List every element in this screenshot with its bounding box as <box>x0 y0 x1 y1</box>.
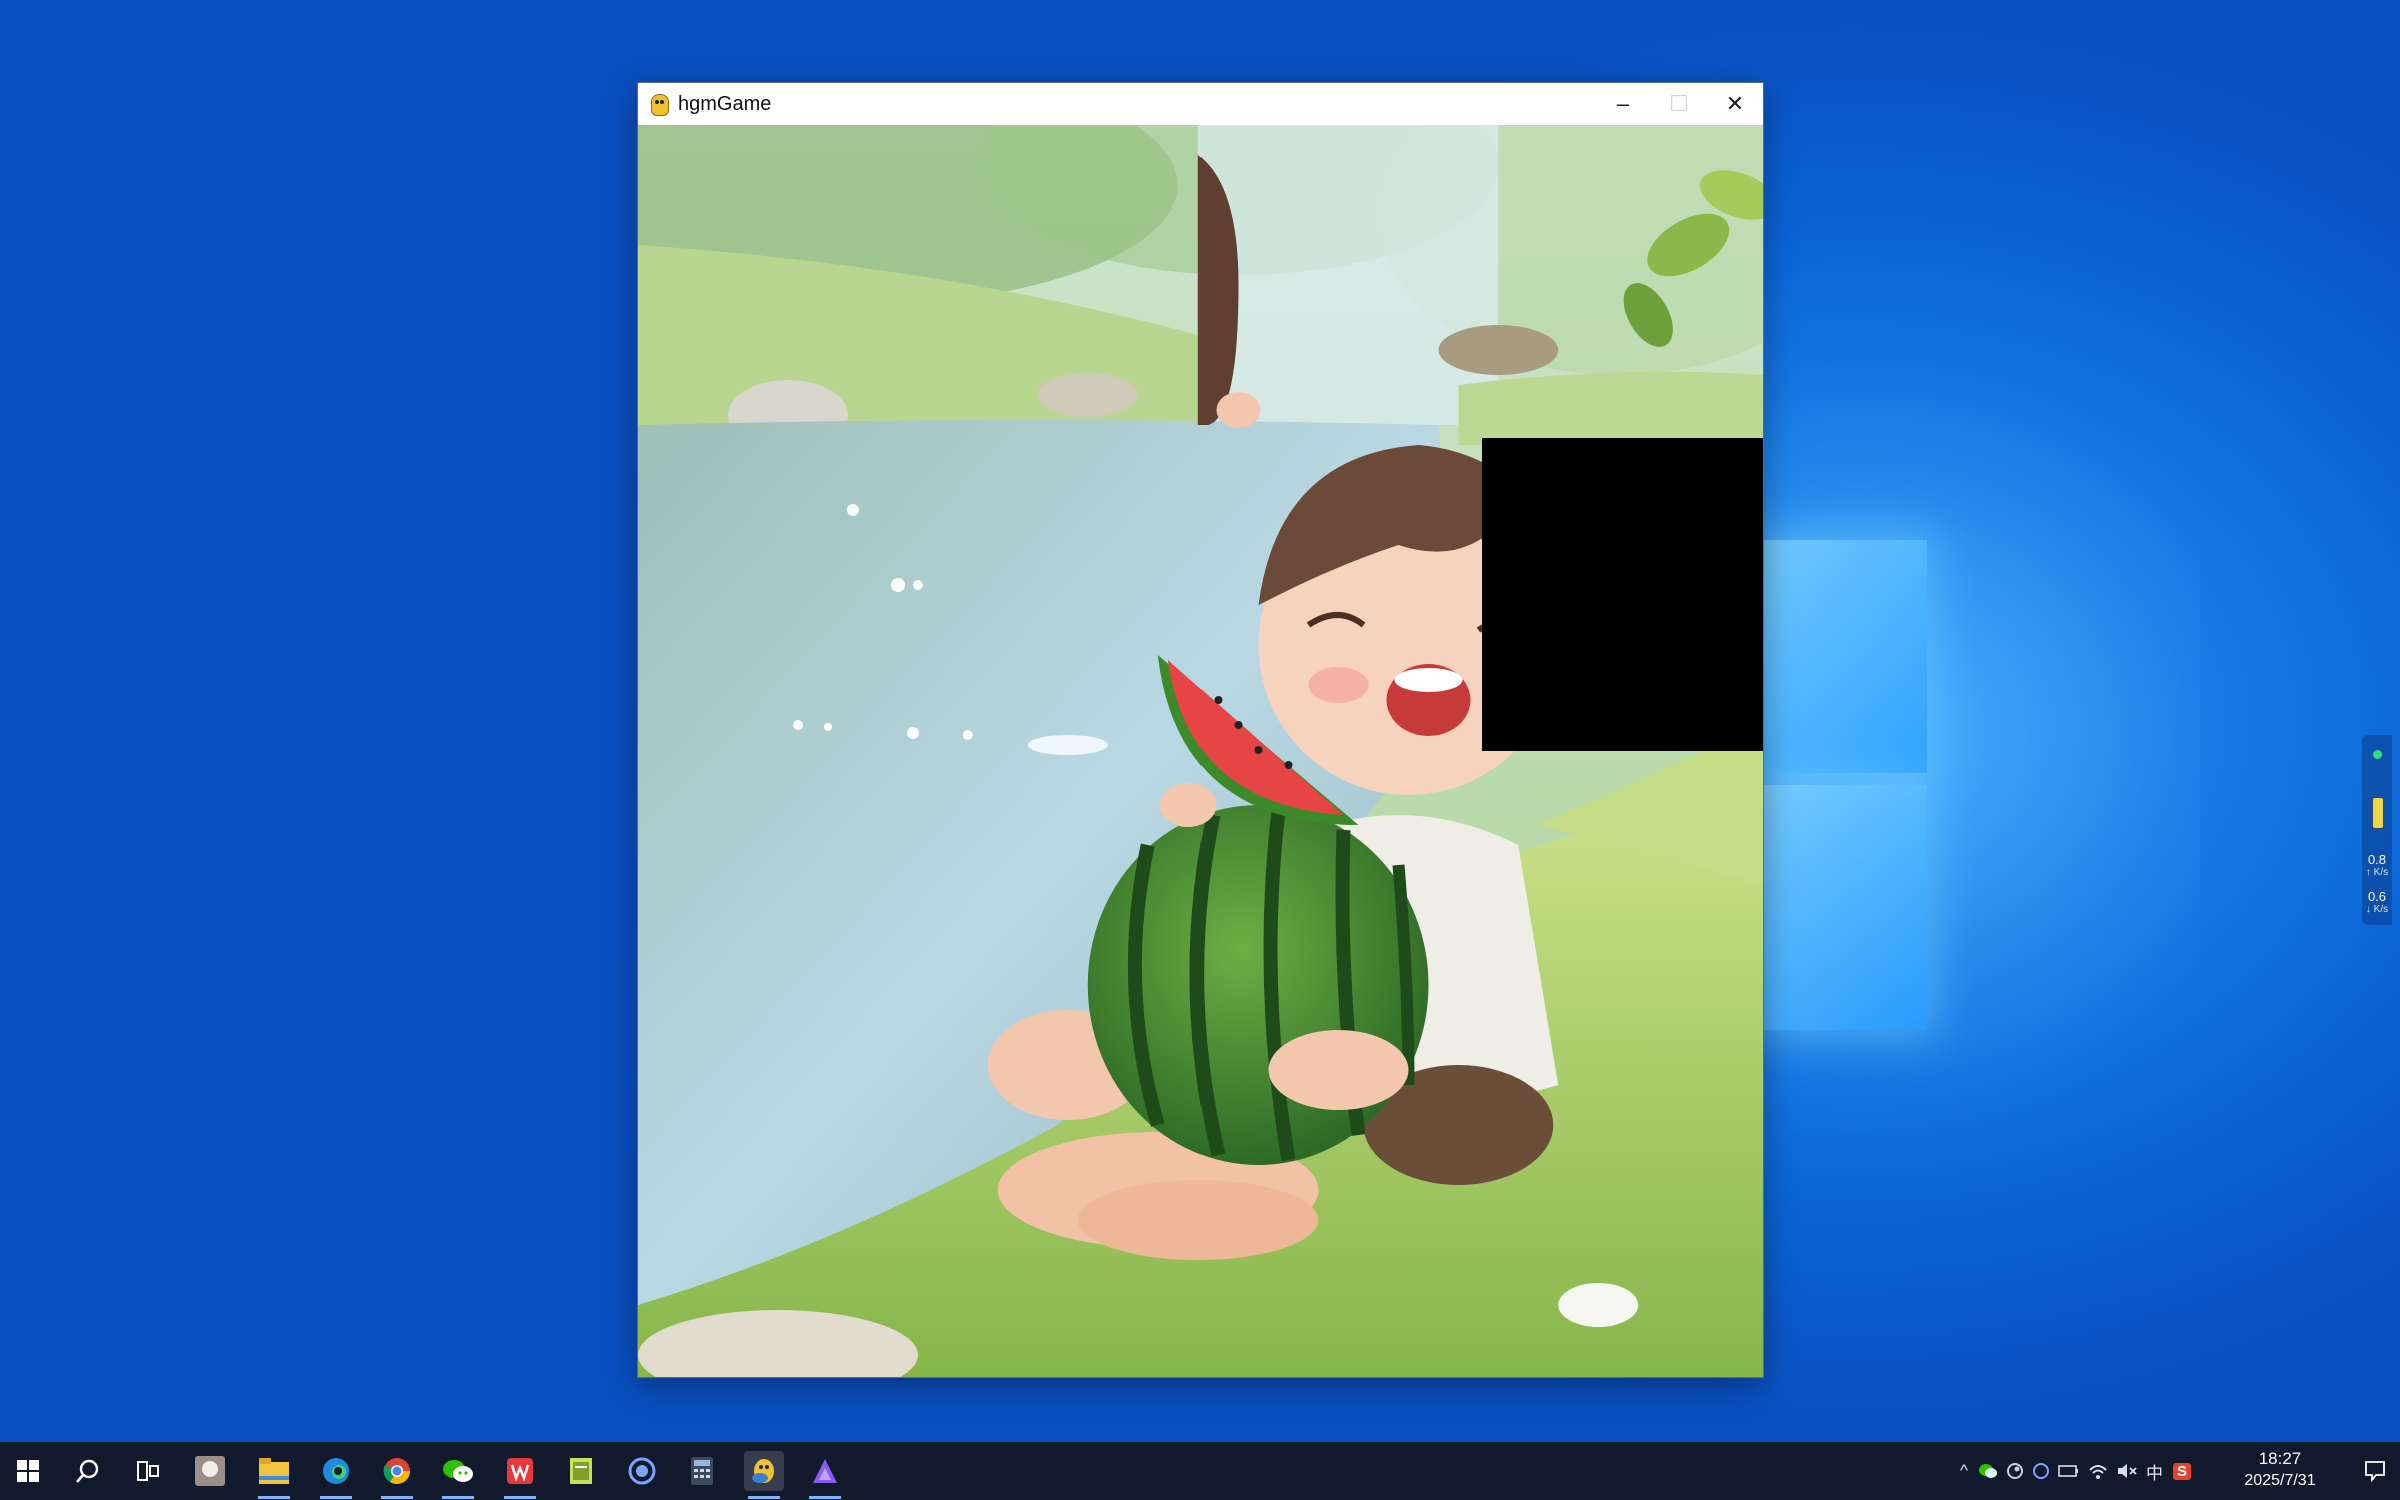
puzzle-tile[interactable] <box>638 751 919 1064</box>
language-indicator[interactable]: 中 <box>2146 1459 2163 1484</box>
upload-unit: ↑ K/s <box>2365 867 2389 878</box>
steam-tray-icon[interactable] <box>2006 1462 2024 1480</box>
task-view-icon[interactable] <box>128 1451 168 1491</box>
calculator-icon[interactable] <box>682 1451 722 1491</box>
puzzle-tile[interactable] <box>1201 125 1482 438</box>
puzzle-tile[interactable] <box>638 125 919 438</box>
chevron-up-icon[interactable]: ^ <box>1960 1461 1968 1481</box>
edge-browser-icon[interactable] <box>316 1451 356 1499</box>
pygame-snake-icon <box>648 92 670 116</box>
notification-center-icon[interactable] <box>2350 1442 2400 1500</box>
wifi-tray-icon[interactable] <box>2088 1462 2108 1480</box>
pygame-snake-icon[interactable] <box>744 1451 784 1499</box>
cortana-tray-icon[interactable] <box>2032 1462 2050 1480</box>
puzzle-empty-slot[interactable] <box>1481 438 1763 751</box>
upload-value: 0.8 <box>2367 852 2387 867</box>
puzzle-tile[interactable] <box>1201 1064 1482 1377</box>
system-tray: ^ 中 S <box>1960 1442 2191 1500</box>
puzzle-tile[interactable] <box>919 751 1200 1064</box>
wechat-tray-icon[interactable] <box>1978 1462 1998 1480</box>
taskbar: ^ 中 S 18:27 2025/7/31 <box>0 1442 2400 1500</box>
puzzle-tile[interactable] <box>638 438 919 751</box>
download-value: 0.6 <box>2367 889 2387 904</box>
assistant-app-icon[interactable] <box>805 1451 845 1499</box>
puzzle-tile[interactable] <box>1201 751 1482 1064</box>
battery-tray-icon[interactable] <box>2058 1463 2080 1479</box>
download-unit: ↓ K/s <box>2365 904 2389 915</box>
puzzle-tile[interactable] <box>919 438 1200 751</box>
puzzle-tile[interactable] <box>638 1064 919 1377</box>
cortana-icon[interactable] <box>622 1451 662 1491</box>
puzzle-board[interactable] <box>638 125 1763 1377</box>
puzzle-tile[interactable] <box>1201 438 1482 751</box>
avatar-app-icon[interactable] <box>190 1451 230 1491</box>
game-window: hgmGame – ☐ ✕ <box>637 82 1764 1378</box>
close-button[interactable]: ✕ <box>1707 83 1763 125</box>
sogou-ime-icon[interactable]: S <box>2172 1462 2191 1480</box>
puzzle-tile[interactable] <box>919 1064 1200 1377</box>
window-title: hgmGame <box>678 92 772 115</box>
file-explorer-icon[interactable] <box>254 1451 294 1499</box>
status-dot-icon <box>2373 750 2382 759</box>
taskbar-clock[interactable]: 18:27 2025/7/31 <box>2220 1448 2340 1492</box>
puzzle-tile[interactable] <box>1482 751 1763 1064</box>
minimize-button[interactable]: – <box>1595 83 1651 125</box>
maximize-button[interactable]: ☐ <box>1651 83 1707 125</box>
title-bar[interactable]: hgmGame – ☐ ✕ <box>638 83 1763 125</box>
windows-logo-wallpaper <box>1755 530 1927 1030</box>
volume-muted-icon[interactable] <box>2116 1462 2138 1480</box>
start-windows-icon[interactable] <box>8 1451 48 1491</box>
wechat-icon[interactable] <box>438 1451 478 1499</box>
search-icon[interactable] <box>68 1451 108 1491</box>
clock-time: 18:27 <box>2258 1449 2302 1468</box>
clock-date: 2025/7/31 <box>2244 1472 2316 1489</box>
puzzle-tile[interactable] <box>1482 1064 1763 1377</box>
chrome-browser-icon[interactable] <box>377 1451 417 1499</box>
battery-icon <box>2372 797 2384 829</box>
wps-office-icon[interactable] <box>500 1451 540 1499</box>
network-speed-widget[interactable]: 0.8 ↑ K/s 0.6 ↓ K/s <box>2362 735 2392 925</box>
puzzle-tile[interactable] <box>919 125 1200 438</box>
puzzle-tile[interactable] <box>1482 125 1763 438</box>
notepad-icon[interactable] <box>561 1451 601 1491</box>
